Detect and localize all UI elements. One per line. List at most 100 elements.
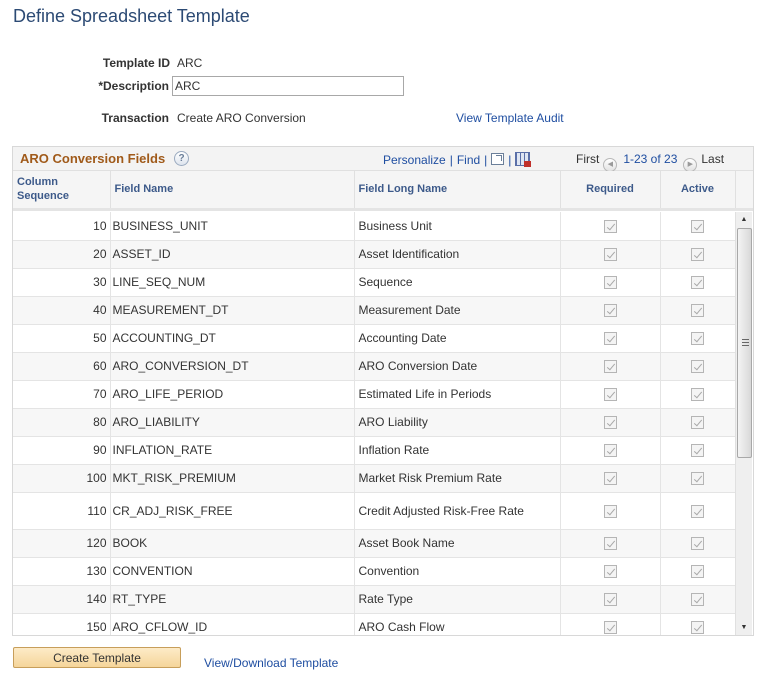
column-sequence-cell: 120 <box>13 529 111 558</box>
required-checkbox[interactable] <box>603 593 617 607</box>
required-checkbox[interactable] <box>603 621 617 635</box>
column-sequence-cell: 110 <box>13 492 111 530</box>
field-long-name-cell: Asset Book Name <box>354 529 561 558</box>
required-cell <box>560 380 661 409</box>
column-sequence-cell: 80 <box>13 408 111 437</box>
column-sequence-cell: 130 <box>13 557 111 586</box>
template-id-value: ARC <box>177 56 203 70</box>
description-input[interactable] <box>172 76 404 96</box>
required-cell <box>560 585 661 614</box>
required-cell <box>560 557 661 586</box>
scrollbar-thumb[interactable] <box>737 228 752 458</box>
active-checkbox[interactable] <box>691 593 704 607</box>
active-checkbox[interactable] <box>691 276 704 290</box>
grid-navigation: First ◀ 1-23 of 23 ▶ Last <box>576 152 724 172</box>
required-checkbox[interactable] <box>603 276 617 290</box>
active-checkbox[interactable] <box>691 360 704 374</box>
required-checkbox[interactable] <box>603 388 617 402</box>
required-cell <box>560 492 661 530</box>
required-checkbox[interactable] <box>603 416 617 430</box>
column-sequence-cell: 150 <box>13 613 111 635</box>
next-arrow-icon[interactable]: ▶ <box>683 158 698 172</box>
column-header-required[interactable]: Required <box>560 171 661 211</box>
required-checkbox[interactable] <box>603 565 617 579</box>
required-checkbox[interactable] <box>603 537 617 551</box>
column-sequence-cell: 40 <box>13 296 111 325</box>
active-checkbox[interactable] <box>691 416 704 430</box>
grip-icon <box>742 339 749 346</box>
required-cell <box>560 464 661 493</box>
active-checkbox[interactable] <box>691 444 704 458</box>
row-count: 1-23 of 23 <box>623 152 678 166</box>
required-cell <box>560 296 661 325</box>
field-name-cell: INFLATION_RATE <box>110 436 355 465</box>
active-checkbox[interactable] <box>691 248 704 262</box>
active-checkbox[interactable] <box>691 472 704 486</box>
column-sequence-cell: 10 <box>13 212 111 241</box>
field-long-name-cell: Credit Adjusted Risk-Free Rate <box>354 492 561 530</box>
new-window-icon[interactable] <box>491 153 505 165</box>
required-checkbox[interactable] <box>603 472 617 486</box>
grid-title: ARO Conversion Fields <box>20 151 166 166</box>
required-cell <box>560 240 661 269</box>
table-row: 20 ASSET_ID Asset Identification <box>13 240 735 269</box>
grid-rows: 10 BUSINESS_UNIT Business Unit 20 ASSET_ID As… <box>13 212 735 635</box>
separator: | <box>508 153 512 167</box>
active-checkbox[interactable] <box>691 565 704 579</box>
nav-first[interactable]: First <box>576 152 599 166</box>
required-checkbox[interactable] <box>603 360 617 374</box>
active-checkbox[interactable] <box>691 304 704 318</box>
field-long-name-cell: Business Unit <box>354 212 561 241</box>
active-checkbox[interactable] <box>691 332 704 346</box>
grid-header: ARO Conversion Fields ? Personalize | Find… <box>13 147 753 172</box>
separator: | <box>484 153 488 167</box>
view-template-audit-link[interactable]: View Template Audit <box>456 111 564 125</box>
previous-arrow-icon[interactable]: ◀ <box>603 158 618 172</box>
field-long-name-cell: Measurement Date <box>354 296 561 325</box>
active-cell <box>660 240 735 269</box>
active-checkbox[interactable] <box>691 388 704 402</box>
view-download-template-link[interactable]: View/Download Template <box>204 656 338 670</box>
help-icon[interactable]: ? <box>174 151 189 166</box>
active-cell <box>660 436 735 465</box>
create-template-button[interactable]: Create Template <box>13 647 181 668</box>
table-row: 110 CR_ADJ_RISK_FREE Credit Adjusted Risk-… <box>13 492 735 530</box>
column-header-field-long-name[interactable]: Field Long Name <box>354 171 561 211</box>
download-to-excel-icon[interactable] <box>515 152 532 167</box>
column-sequence-cell: 70 <box>13 380 111 409</box>
field-name-cell: MKT_RISK_PREMIUM <box>110 464 355 493</box>
required-checkbox[interactable] <box>603 219 617 233</box>
grid-toolbar: Personalize | Find | | <box>383 152 532 167</box>
nav-last[interactable]: Last <box>701 152 724 166</box>
field-long-name-cell: ARO Conversion Date <box>354 352 561 381</box>
column-header-active[interactable]: Active <box>660 171 736 211</box>
required-cell <box>560 613 661 635</box>
column-header-field-name[interactable]: Field Name <box>110 171 355 211</box>
required-checkbox[interactable] <box>603 444 617 458</box>
required-checkbox[interactable] <box>603 504 617 518</box>
personalize-link[interactable]: Personalize <box>383 153 446 167</box>
field-name-cell: ACCOUNTING_DT <box>110 324 355 353</box>
transaction-value: Create ARO Conversion <box>177 111 306 125</box>
column-header-sequence[interactable]: Column Sequence <box>13 171 111 211</box>
field-name-cell: BUSINESS_UNIT <box>110 212 355 241</box>
page-title: Define Spreadsheet Template <box>13 6 250 26</box>
table-row: 120 BOOK Asset Book Name <box>13 529 735 558</box>
field-long-name-cell: Sequence <box>354 268 561 297</box>
table-row: 70 ARO_LIFE_PERIOD Estimated Life in Perio… <box>13 380 735 409</box>
scroll-up-arrow-icon[interactable]: ▲ <box>736 213 752 227</box>
active-cell <box>660 408 735 437</box>
required-cell <box>560 408 661 437</box>
active-checkbox[interactable] <box>691 219 704 233</box>
required-checkbox[interactable] <box>603 248 617 262</box>
required-cell <box>560 212 661 241</box>
required-checkbox[interactable] <box>603 332 617 346</box>
scroll-down-arrow-icon[interactable]: ▼ <box>736 621 752 635</box>
vertical-scrollbar[interactable]: ▲ ▼ <box>735 212 752 635</box>
grid-column-headers: Column Sequence Field Name Field Long Nam… <box>13 171 753 211</box>
active-checkbox[interactable] <box>691 621 704 635</box>
active-checkbox[interactable] <box>691 504 704 518</box>
active-checkbox[interactable] <box>691 537 704 551</box>
required-checkbox[interactable] <box>603 304 617 318</box>
find-link[interactable]: Find <box>457 153 480 167</box>
